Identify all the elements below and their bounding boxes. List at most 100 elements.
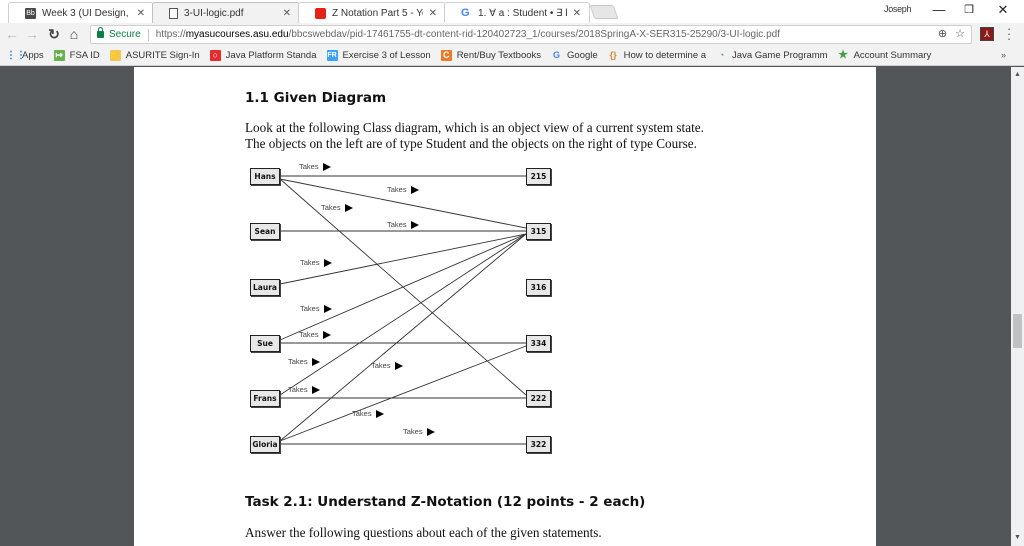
bookmark-label: ASURITE Sign-In [125, 50, 200, 61]
bookmark-label: Java Platform Standa [225, 50, 317, 61]
secure-indicator[interactable]: Secure [97, 27, 141, 40]
direction-arrow-icon [410, 185, 419, 194]
close-tab-icon[interactable]: ✕ [429, 8, 437, 19]
back-button[interactable]: ← [4, 26, 20, 42]
student-node-frans: Frans [250, 390, 280, 407]
close-tab-icon[interactable]: ✕ [573, 8, 581, 19]
bookmark-fsa-id[interactable]: ↦ FSA ID [53, 50, 100, 61]
tab-3-ui-logic-pdf[interactable]: 3-UI-logic.pdf ✕ [152, 2, 300, 23]
bookmark-how-to-determine[interactable]: {} How to determine a [608, 50, 706, 61]
takes-label: Takes [403, 427, 435, 436]
bookmark-label: How to determine a [623, 50, 707, 61]
direction-arrow-icon [311, 357, 320, 366]
takes-label: Takes [300, 258, 332, 267]
direction-arrow-icon [410, 220, 419, 229]
course-node-334: 334 [526, 335, 551, 352]
course-node-316: 316 [526, 279, 551, 296]
student-node-sean: Sean [250, 223, 280, 240]
course-node-222: 222 [526, 390, 551, 407]
direction-arrow-icon [323, 258, 332, 267]
link-sue-315 [279, 233, 527, 341]
bookmark-google[interactable]: G Google [551, 50, 598, 61]
takes-text: Takes [387, 220, 407, 229]
takes-label: Takes [299, 162, 331, 171]
takes-text: Takes [299, 330, 319, 339]
takes-label: Takes [371, 361, 403, 370]
takes-label: Takes [300, 304, 332, 313]
tab-title: Z Notation Part 5 - YouTu [332, 7, 423, 19]
takes-label: Takes [288, 385, 320, 394]
intro-line-2: The objects on the left are of type Stud… [245, 136, 697, 151]
minimize-button[interactable]: — [929, 2, 949, 17]
vertical-scrollbar[interactable]: ▲ ▼ [1011, 67, 1024, 546]
restore-button[interactable]: ❐ [959, 3, 979, 16]
bookmark-label: Rent/Buy Textbooks [456, 50, 542, 61]
bookmark-apps[interactable]: ⋮⋮ Apps [6, 50, 44, 61]
bookmarks-bar: ⋮⋮ Apps ↦ FSA ID ⚡ ASURITE Sign-In ○ Jav… [0, 46, 1024, 66]
diagram-links [279, 175, 527, 445]
pdf-page: 1.1 Given Diagram Look at the following … [134, 67, 876, 546]
direction-arrow-icon [426, 427, 435, 436]
section-heading: 1.1 Given Diagram [245, 90, 387, 106]
bookmark-account-summary[interactable]: ★ Account Summary [838, 49, 932, 62]
close-tab-icon[interactable]: ✕ [137, 8, 145, 19]
takes-label: Takes [321, 203, 353, 212]
zoom-icon[interactable]: ⊕ [938, 27, 947, 40]
direction-arrow-icon [311, 385, 320, 394]
scroll-up-arrow-icon[interactable]: ▲ [1011, 69, 1024, 81]
close-window-button[interactable]: ✕ [993, 2, 1013, 18]
tab-week3[interactable]: Bb Week 3 (UI Design, Logic ✕ [8, 2, 154, 23]
forward-button[interactable]: → [24, 26, 40, 42]
course-node-315: 315 [526, 223, 551, 240]
apps-grid-icon: ⋮⋮ [6, 50, 26, 61]
student-node-hans: Hans [250, 168, 280, 185]
direction-arrow-icon [375, 409, 384, 418]
tab-z-notation-youtube[interactable]: Z Notation Part 5 - YouTu ✕ [298, 2, 446, 23]
google-icon: G [461, 6, 470, 19]
divider [147, 28, 149, 41]
takes-label: Takes [387, 185, 419, 194]
browser-toolbar: ← → ↻ ⌂ Secure https://myasucourses.asu.… [0, 23, 1024, 46]
pdf-viewer: 1.1 Given Diagram Look at the following … [0, 67, 1011, 546]
scroll-down-arrow-icon[interactable]: ▼ [1011, 532, 1024, 544]
direction-arrow-icon [323, 304, 332, 313]
task-text: Answer the following questions about eac… [245, 525, 602, 540]
bookmark-label: FSA ID [69, 50, 100, 61]
blackboard-icon: Bb [25, 7, 36, 19]
home-button[interactable]: ⌂ [66, 26, 82, 42]
scroll-thumb[interactable] [1013, 314, 1022, 348]
url-scheme: https:// [155, 29, 186, 40]
url-host: myasucourses.asu.edu [185, 29, 289, 40]
course-node-322: 322 [526, 436, 551, 453]
bookmark-star-icon[interactable]: ☆ [955, 27, 965, 40]
student-node-sue: Sue [250, 335, 280, 352]
takes-label: Takes [352, 409, 384, 418]
takes-label: Takes [387, 220, 419, 229]
bookmark-label: Java Game Programm [732, 50, 828, 61]
bookmark-label: Account Summary [853, 50, 932, 61]
new-tab-button[interactable] [589, 5, 619, 19]
student-node-laura: Laura [250, 279, 280, 296]
takes-text: Takes [288, 385, 308, 394]
close-tab-icon[interactable]: ✕ [283, 8, 291, 19]
bookmark-rent-buy-textbooks[interactable]: C Rent/Buy Textbooks [440, 50, 542, 61]
star-icon: ★ [838, 49, 849, 61]
acrobat-extension-icon[interactable]: ⅄ [980, 27, 994, 41]
takes-text: Takes [387, 185, 407, 194]
bookmarks-overflow-button[interactable]: » [1001, 50, 1006, 60]
tab-google-search[interactable]: G 1. ∀ a : Student • ∃ b : Co ✕ [444, 2, 590, 23]
bookmark-java-platform[interactable]: ○ Java Platform Standa [209, 50, 317, 61]
takes-text: Takes [300, 258, 320, 267]
course-node-215: 215 [526, 168, 551, 185]
address-bar[interactable]: Secure https://myasucourses.asu.edu/bbcs… [90, 25, 972, 44]
reload-button[interactable]: ↻ [46, 26, 62, 43]
profile-name[interactable]: Joseph [884, 4, 912, 14]
bookmark-exercise-3[interactable]: FR Exercise 3 of Lesson [326, 50, 431, 61]
youtube-icon [315, 7, 326, 19]
bookmark-label: Google [567, 50, 598, 61]
direction-arrow-icon [322, 162, 331, 171]
bookmark-asurite[interactable]: ⚡ ASURITE Sign-In [109, 50, 200, 61]
bookmark-java-game[interactable]: ◔ Java Game Programm [716, 50, 828, 61]
chrome-menu-icon[interactable]: · · · [1004, 22, 1014, 45]
document-icon [169, 7, 178, 19]
